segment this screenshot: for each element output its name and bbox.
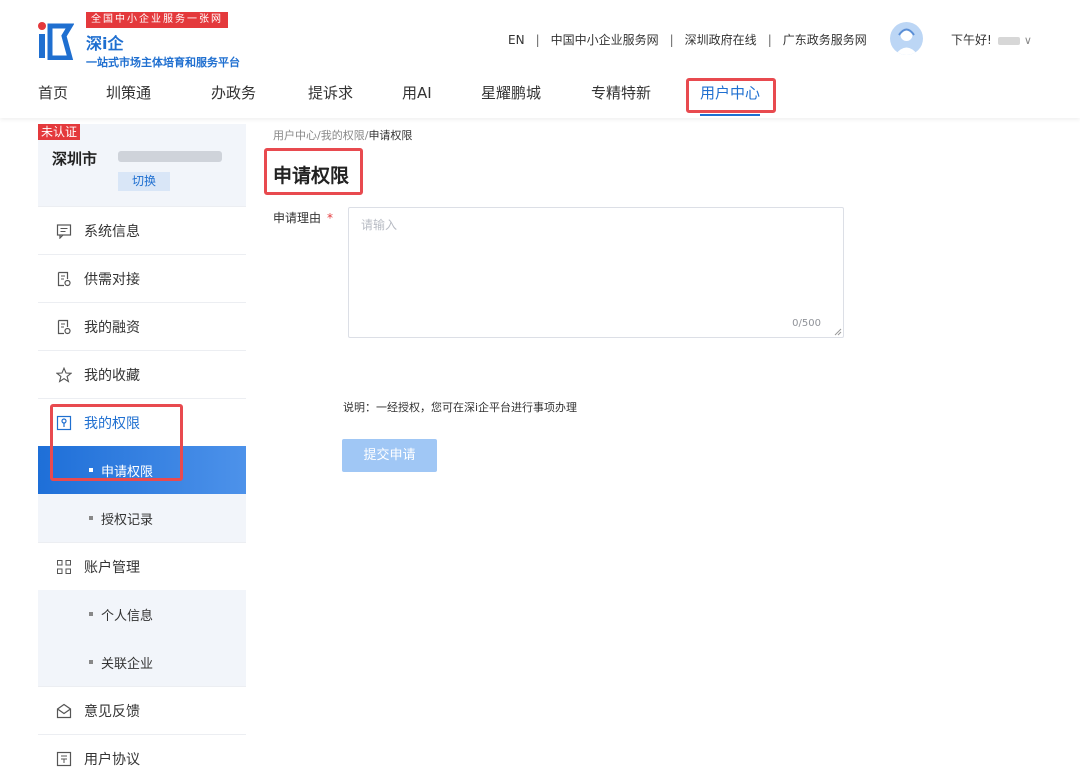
nav-government[interactable]: 办政务 [211,78,256,118]
nav-ai[interactable]: 用AI [402,78,432,118]
username-redacted [997,36,1020,45]
company-panel: 未认证 深圳市 切换 [38,124,246,206]
breadcrumb-user-center[interactable]: 用户中心 [273,129,317,142]
sidebar-item-label: 我的收藏 [84,368,140,384]
nav-appeal[interactable]: 提诉求 [308,78,353,118]
document-icon [57,271,71,287]
greeting-text: 下午好! [951,33,992,47]
switch-company-button[interactable]: 切换 [118,172,170,191]
required-mark: * [327,211,334,225]
sidebar-item-label: 个人信息 [101,609,154,624]
logo-icon [38,22,74,60]
reason-label: 申请理由 * [273,209,333,226]
status-badge: 未认证 [38,124,81,140]
sidebar-item-label: 供需对接 [84,272,140,288]
sidebar-item-supply-demand[interactable]: 供需对接 [38,254,246,302]
nav-policy[interactable]: 圳策通 [106,78,151,118]
nav-star-city[interactable]: 星耀鹏城 [481,78,541,118]
reason-label-text: 申请理由 [273,211,322,225]
message-icon [56,224,72,239]
sidebar-item-label: 关联企业 [101,657,154,672]
annotation-box-title [264,148,363,195]
sidebar-item-account[interactable]: 账户管理 [38,542,246,590]
brand-name: 深i企 [86,34,124,53]
link-en[interactable]: EN [508,33,525,47]
link-china-sme[interactable]: 中国中小企业服务网 [551,31,659,48]
annotation-box-sidebar [50,404,183,481]
link-shenzhen-gov[interactable]: 深圳政府在线 [685,31,757,48]
company-name-redacted [118,151,222,162]
char-counter: 0/500 [792,318,821,329]
brand-subtitle: 一站式市场主体培育和服务平台 [86,56,240,69]
bullet-icon [89,612,93,616]
sidebar-item-label: 意见反馈 [84,704,140,720]
resize-handle-icon[interactable] [834,328,842,336]
note-text: 说明：一经授权，您可在深i企平台进行事项办理 [343,401,578,414]
avatar[interactable] [890,22,923,55]
sidebar-item-label: 授权记录 [101,513,154,528]
nav-home[interactable]: 首页 [38,78,68,118]
chevron-down-icon: ∨ [1023,34,1032,47]
sidebar-item-feedback[interactable]: 意见反馈 [38,686,246,734]
sidebar-subitem-personal-info[interactable]: 个人信息 [38,590,246,638]
sidebar-item-label: 我的融资 [84,320,140,336]
bullet-icon [89,660,93,664]
link-guangdong-gov[interactable]: 广东政务服务网 [783,31,867,48]
sidebar-item-system-info[interactable]: 系统信息 [38,206,246,254]
star-icon [56,367,72,383]
site-header: 全国中小企业服务一张网 深i企 一站式市场主体培育和服务平台 EN | 中国中小企业… [0,0,1080,118]
breadcrumb: 用户中心/我的权限/申请权限 [273,127,412,143]
sidebar-item-agreement[interactable]: 用户协议 [38,734,246,778]
top-links: EN | 中国中小企业服务网 | 深圳政府在线 | 广东政务服务网 [508,31,867,48]
sidebar-item-financing[interactable]: 我的融资 [38,302,246,350]
company-name: 深圳市 [52,150,98,168]
annotation-box-nav [686,78,776,113]
breadcrumb-my-permissions[interactable]: 我的权限 [321,129,365,142]
bullet-icon [89,516,93,520]
grid-icon [57,560,71,574]
reason-textarea[interactable]: 请输入 0/500 [348,207,844,338]
user-avatar-icon [895,28,918,55]
reason-placeholder: 请输入 [361,218,398,232]
sidebar-subitem-auth-records[interactable]: 授权记录 [38,494,246,542]
divider: | [535,33,540,47]
sidebar-item-favorites[interactable]: 我的收藏 [38,350,246,398]
document-icon [57,319,71,335]
divider: | [767,33,772,47]
sidebar-item-label: 系统信息 [84,224,140,240]
agreement-icon [56,751,72,767]
sidebar-subitem-linked-company[interactable]: 关联企业 [38,638,246,686]
sidebar-item-label: 用户协议 [84,752,140,768]
divider: | [669,33,674,47]
mail-icon [56,703,72,719]
sidebar-item-label: 账户管理 [84,560,140,576]
breadcrumb-current: 申请权限 [368,129,413,142]
nav-specialized[interactable]: 专精特新 [591,78,651,118]
user-menu[interactable]: 下午好! ∨ [951,31,1032,48]
logo-slogan: 全国中小企业服务一张网 [86,12,228,28]
submit-button[interactable]: 提交申请 [342,439,437,472]
